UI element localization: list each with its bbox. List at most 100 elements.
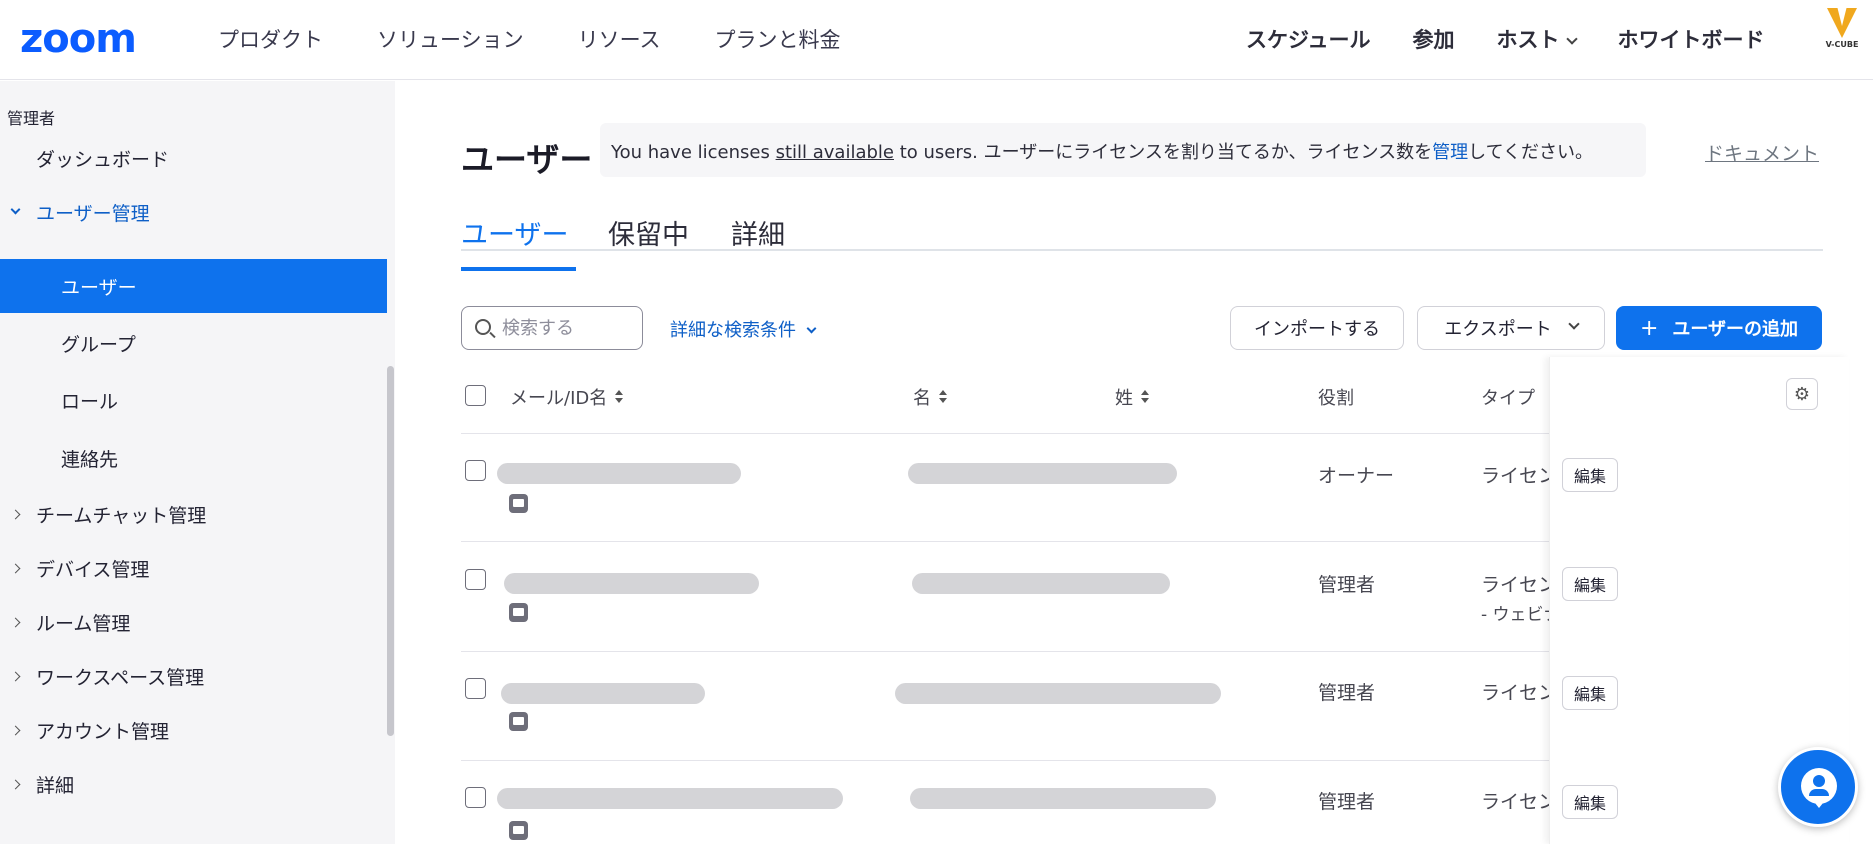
sidebar-item-label: デバイス管理	[36, 558, 150, 581]
row-checkbox[interactable]	[465, 460, 486, 481]
sidebar-item-label: グループ	[61, 333, 136, 356]
sidebar-item-workspaces[interactable]: ワークスペース管理	[0, 649, 387, 703]
chat-bubble-tail	[1811, 798, 1827, 808]
mail-icon	[509, 494, 528, 513]
sidebar-section-label: 管理者	[7, 109, 56, 128]
nav-whiteboard[interactable]: ホワイトボード	[1618, 24, 1765, 54]
nav-schedule[interactable]: スケジュール	[1246, 24, 1371, 54]
row-checkbox[interactable]	[465, 569, 486, 590]
sort-icon	[615, 390, 624, 404]
edit-button[interactable]: 編集	[1562, 676, 1618, 710]
chevron-down-icon	[1568, 318, 1580, 330]
nav-pricing[interactable]: プランと料金	[715, 24, 841, 54]
add-user-button[interactable]: + ユーザーの追加	[1616, 306, 1822, 350]
search-box	[461, 306, 643, 350]
advanced-search-toggle[interactable]: 詳細な検索条件	[670, 316, 817, 342]
sidebar-item-label: ロール	[61, 390, 119, 413]
export-button[interactable]: エクスポート	[1417, 306, 1605, 350]
zoom-logo[interactable]: zoom	[20, 16, 137, 62]
gear-icon[interactable]: ⚙	[1786, 378, 1818, 410]
edit-button[interactable]: 編集	[1562, 567, 1618, 601]
nav-resources[interactable]: リソース	[578, 24, 661, 54]
redacted-name	[895, 683, 1221, 704]
chevron-down-icon	[1565, 33, 1578, 45]
nav-solutions[interactable]: ソリューション	[377, 24, 524, 54]
select-all-checkbox[interactable]	[465, 385, 486, 406]
header-email-label: メール/ID名	[510, 388, 608, 409]
tab-users[interactable]: ユーザー	[461, 213, 568, 252]
top-navigation: zoom プロダクト ソリューション リソース プランと料金 スケジュール 参加…	[0, 0, 1873, 80]
license-banner: You have licenses still available to use…	[600, 123, 1646, 177]
chevron-right-icon	[10, 671, 21, 681]
manage-licenses-link[interactable]: 管理	[1432, 142, 1468, 163]
documentation-link[interactable]: ドキュメント	[1705, 139, 1819, 166]
nav-left: プロダクト ソリューション リソース プランと料金	[218, 24, 841, 54]
support-chat-button[interactable]	[1778, 747, 1858, 827]
cell-role: 管理者	[1318, 682, 1376, 704]
sidebar-item-roles[interactable]: ロール	[0, 373, 387, 427]
sidebar-item-label: ワークスペース管理	[36, 666, 205, 689]
sidebar-item-label: チームチャット管理	[36, 504, 207, 527]
header-role: 役割	[1318, 388, 1354, 409]
add-user-label: ユーザーの追加	[1672, 319, 1799, 340]
redacted-name	[910, 788, 1216, 809]
chevron-right-icon	[10, 779, 21, 789]
sidebar-item-label: ルーム管理	[36, 612, 131, 635]
sidebar-item-devices[interactable]: デバイス管理	[0, 541, 387, 595]
active-tab-indicator	[461, 267, 576, 271]
header-first-name[interactable]: 名	[913, 384, 947, 410]
tab-bar: ユーザー 保留中 詳細	[461, 211, 1823, 251]
tab-details[interactable]: 詳細	[731, 213, 785, 252]
chevron-right-icon	[10, 563, 21, 573]
sidebar-item-label: ユーザー	[61, 276, 137, 299]
nav-host[interactable]: ホスト	[1496, 24, 1578, 54]
import-button[interactable]: インポートする	[1230, 306, 1404, 350]
sidebar-item-rooms[interactable]: ルーム管理	[0, 595, 387, 649]
chevron-right-icon	[10, 509, 21, 519]
cell-role: オーナー	[1318, 465, 1395, 487]
nav-join[interactable]: 参加	[1413, 24, 1455, 54]
search-icon	[475, 319, 491, 335]
sidebar-scrollbar[interactable]	[387, 366, 394, 736]
sidebar-item-contacts[interactable]: 連絡先	[0, 431, 387, 485]
banner-text: to users. ユーザーにライセンスを割り当てるか、ライセンス数を	[893, 142, 1433, 163]
edit-button[interactable]: 編集	[1562, 785, 1618, 819]
sidebar-item-account[interactable]: アカウント管理	[0, 703, 387, 757]
header-first-name-label: 名	[913, 388, 931, 409]
sidebar-item-groups[interactable]: グループ	[0, 316, 387, 370]
edit-button[interactable]: 編集	[1562, 458, 1618, 492]
sidebar-item-label: 詳細	[36, 774, 75, 797]
banner-text: してください。	[1468, 142, 1594, 163]
sidebar-item-dashboard[interactable]: ダッシュボード	[0, 131, 387, 185]
redacted-email	[497, 788, 843, 809]
nav-products[interactable]: プロダクト	[218, 24, 323, 54]
sidebar-item-user-management[interactable]: ユーザー管理	[0, 185, 387, 239]
vcube-logo[interactable]: V-CUBE	[1822, 8, 1862, 54]
sidebar-item-label: アカウント管理	[36, 720, 170, 743]
nav-host-label: ホスト	[1496, 28, 1560, 52]
sidebar-item-team-chat[interactable]: チームチャット管理	[0, 487, 387, 541]
cell-role: 管理者	[1318, 791, 1376, 813]
banner-text: You have licenses	[611, 142, 776, 163]
row-checkbox[interactable]	[465, 787, 486, 808]
sidebar-item-advanced[interactable]: 詳細	[0, 757, 387, 811]
chevron-down-icon	[10, 204, 21, 215]
sidebar: 管理者 ダッシュボード ユーザー管理 ユーザー グループ ロール 連絡先 チーム…	[0, 81, 395, 844]
header-last-name[interactable]: 姓	[1115, 384, 1149, 410]
sidebar-item-label: ユーザー管理	[36, 202, 150, 225]
chevron-down-icon	[806, 323, 817, 334]
sidebar-item-label: 連絡先	[61, 448, 119, 471]
row-checkbox[interactable]	[465, 678, 486, 699]
page-title: ユーザー	[461, 140, 593, 179]
redacted-email	[497, 463, 741, 484]
sort-icon	[1141, 390, 1149, 404]
redacted-email	[501, 683, 705, 704]
export-label: エクスポート	[1444, 319, 1552, 340]
nav-right: スケジュール 参加 ホスト ホワイトボード	[1246, 24, 1765, 54]
header-email[interactable]: メール/ID名	[510, 384, 624, 410]
search-input[interactable]	[502, 315, 632, 341]
main-content: ユーザー You have licenses still available t…	[395, 81, 1873, 844]
sidebar-item-users[interactable]: ユーザー	[0, 259, 387, 313]
tab-pending[interactable]: 保留中	[608, 213, 689, 252]
redacted-name	[912, 573, 1170, 594]
